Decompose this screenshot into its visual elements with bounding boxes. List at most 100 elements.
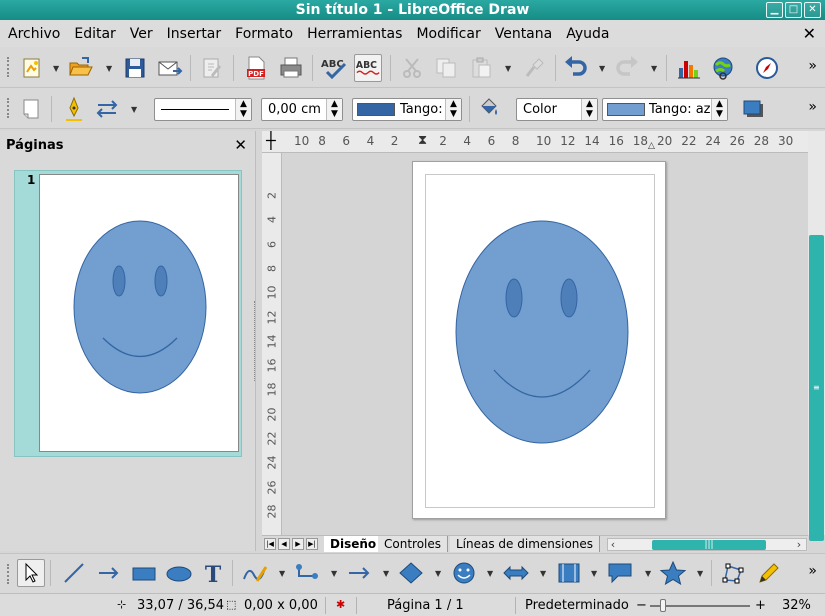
chart-icon[interactable]: [675, 54, 703, 82]
area-style-spin-icon[interactable]: ▲ ▼: [581, 99, 597, 120]
close-window-button[interactable]: ✕: [804, 2, 821, 18]
rectangle-tool-icon[interactable]: [130, 559, 158, 587]
save-icon[interactable]: [121, 54, 149, 82]
redo-dropdown-arrow-icon[interactable]: ▼: [651, 64, 659, 73]
ruler-indent-marker-icon[interactable]: ⧗: [418, 133, 427, 148]
clone-formatting-icon[interactable]: [520, 54, 548, 82]
minimize-button[interactable]: ▁: [766, 2, 783, 18]
vertical-scrollbar[interactable]: ≡: [808, 131, 825, 541]
scroll-right-icon[interactable]: ›: [793, 538, 805, 551]
export-pdf-icon[interactable]: PDF: [242, 54, 270, 82]
ruler-origin-icon[interactable]: ┼: [266, 131, 276, 150]
horizontal-ruler[interactable]: ┼ 10 8 6 4 2 2 4 6 8 10 12 14 16 18 20 22 24 26 28 30 ⧗ △: [262, 131, 808, 153]
menu-insertar[interactable]: Insertar: [167, 26, 222, 42]
connector-tool-icon[interactable]: [293, 559, 321, 587]
menu-ventana[interactable]: Ventana: [495, 26, 553, 42]
horizontal-scrollbar-thumb[interactable]: |||: [652, 540, 766, 550]
redo-icon[interactable]: [613, 54, 641, 82]
pane-splitter[interactable]: [254, 301, 256, 381]
first-tab-button[interactable]: |◀: [264, 538, 276, 550]
prev-tab-button[interactable]: ◀: [278, 538, 290, 550]
callouts-dropdown-icon[interactable]: ▼: [645, 569, 653, 578]
block-arrows-dropdown-icon[interactable]: ▼: [540, 569, 548, 578]
line-color-spin-icon[interactable]: ▲ ▼: [445, 99, 461, 120]
curve-dropdown-icon[interactable]: ▼: [279, 569, 287, 578]
close-document-button[interactable]: ✕: [803, 24, 816, 43]
toolbar-grip[interactable]: [7, 564, 10, 584]
line-color-select[interactable]: Tango: ▲ ▼: [352, 98, 462, 121]
zoom-in-button[interactable]: +: [755, 598, 766, 613]
tab-lineas-dimensiones[interactable]: Líneas de dimensiones: [450, 536, 601, 552]
document-modified-icon[interactable]: ✱: [336, 598, 345, 611]
connector-dropdown-icon[interactable]: ▼: [331, 569, 339, 578]
stars-icon[interactable]: [659, 559, 687, 587]
line-pen-icon[interactable]: [60, 95, 88, 123]
print-icon[interactable]: [277, 54, 305, 82]
undo-icon[interactable]: [562, 54, 590, 82]
close-pages-pane-button[interactable]: ✕: [234, 136, 247, 154]
basic-shapes-dropdown-icon[interactable]: ▼: [435, 569, 443, 578]
arrow-style-icon[interactable]: [93, 95, 121, 123]
page-format-icon[interactable]: [17, 95, 45, 123]
paste-icon[interactable]: [467, 54, 495, 82]
callouts-icon[interactable]: [606, 559, 634, 587]
area-color-select[interactable]: Tango: az ▲ ▼: [602, 98, 728, 121]
fontwork-pencil-icon[interactable]: [754, 559, 782, 587]
curve-tool-icon[interactable]: [241, 559, 269, 587]
toolbar-overflow-icon[interactable]: »: [808, 99, 817, 115]
tab-controles[interactable]: Controles: [378, 536, 449, 552]
menu-ayuda[interactable]: Ayuda: [566, 26, 609, 42]
copy-icon[interactable]: [432, 54, 460, 82]
drawing-page[interactable]: [412, 161, 666, 519]
page-style[interactable]: Predeterminado: [525, 598, 629, 613]
page-indicator[interactable]: Página 1 / 1: [387, 598, 464, 613]
area-style-select[interactable]: Color ▲ ▼: [516, 98, 598, 121]
flowchart-dropdown-icon[interactable]: ▼: [591, 569, 599, 578]
last-tab-button[interactable]: ▶|: [306, 538, 318, 550]
symbol-shapes-smiley-icon[interactable]: [450, 559, 478, 587]
line-arrow-tool-icon[interactable]: [95, 559, 123, 587]
shadow-icon[interactable]: [740, 95, 768, 123]
area-fill-bucket-icon[interactable]: [474, 95, 502, 123]
new-document-icon[interactable]: [18, 54, 46, 82]
line-style-select[interactable]: ▲ ▼: [154, 98, 252, 121]
ruler-right-margin-icon[interactable]: △: [648, 141, 655, 151]
scroll-left-icon[interactable]: ‹: [607, 538, 619, 551]
open-folder-icon[interactable]: [67, 54, 95, 82]
page-thumbnail-selected[interactable]: 1: [14, 170, 242, 457]
spellcheck-icon[interactable]: ABC: [320, 54, 348, 82]
lines-arrows-dropdown-icon[interactable]: ▼: [383, 569, 391, 578]
stars-dropdown-icon[interactable]: ▼: [697, 569, 705, 578]
arrow-style-dropdown-icon[interactable]: ▼: [131, 105, 139, 114]
menu-herramientas[interactable]: Herramientas: [307, 26, 402, 42]
basic-shapes-diamond-icon[interactable]: [397, 559, 425, 587]
lines-arrows-tool-icon[interactable]: [346, 559, 374, 587]
toolbar-overflow-icon[interactable]: »: [808, 58, 817, 74]
text-tool-icon[interactable]: T: [199, 559, 227, 587]
vertical-ruler[interactable]: 2 4 6 8 10 12 14 16 18 20 22 24 26 28: [262, 153, 282, 535]
navigator-icon[interactable]: [709, 54, 737, 82]
menu-editar[interactable]: Editar: [74, 26, 115, 42]
toolbar-grip[interactable]: [7, 98, 10, 118]
page-thumbnail[interactable]: [39, 174, 239, 452]
zoom-out-button[interactable]: −: [636, 598, 647, 613]
compass-navigate-icon[interactable]: [753, 54, 781, 82]
next-tab-button[interactable]: ▶: [292, 538, 304, 550]
menu-formato[interactable]: Formato: [235, 26, 293, 42]
paste-dropdown-arrow-icon[interactable]: ▼: [505, 64, 513, 73]
email-icon[interactable]: [156, 54, 184, 82]
line-tool-icon[interactable]: [60, 559, 88, 587]
line-width-field[interactable]: 0,00 cm ▲ ▼: [261, 98, 343, 121]
toolbar-grip[interactable]: [7, 57, 10, 77]
cut-icon[interactable]: [398, 54, 426, 82]
area-color-spin-icon[interactable]: ▲ ▼: [711, 99, 727, 120]
line-width-spin-icon[interactable]: ▲ ▼: [326, 99, 342, 120]
flowchart-icon[interactable]: [555, 559, 583, 587]
ellipse-tool-icon[interactable]: [165, 559, 193, 587]
new-dropdown-arrow-icon[interactable]: ▼: [53, 64, 61, 73]
undo-dropdown-arrow-icon[interactable]: ▼: [599, 64, 607, 73]
menu-ver[interactable]: Ver: [130, 26, 153, 42]
menu-archivo[interactable]: Archivo: [8, 26, 60, 42]
vertical-scrollbar-thumb[interactable]: ≡: [809, 235, 824, 541]
smiley-shape[interactable]: [413, 162, 667, 520]
